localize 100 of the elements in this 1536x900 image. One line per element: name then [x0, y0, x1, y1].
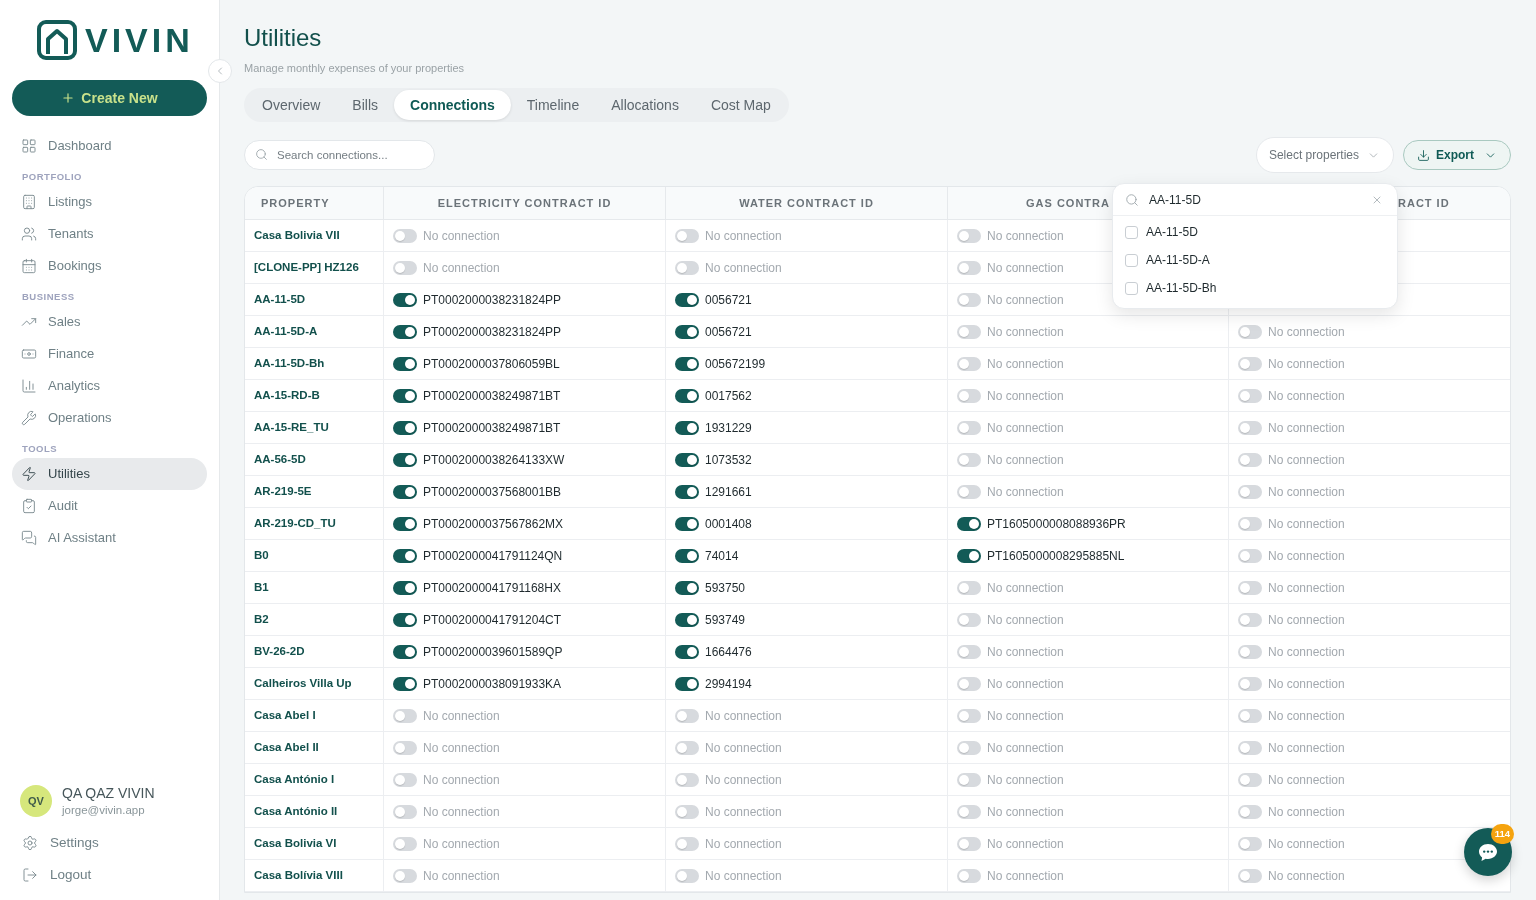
property-search-input[interactable]: AA-11-5D [1149, 190, 1359, 209]
connection-toggle[interactable] [393, 292, 417, 307]
connection-toggle[interactable] [957, 228, 981, 243]
connection-toggle[interactable] [393, 836, 417, 851]
connection-toggle[interactable] [957, 644, 981, 659]
connection-toggle[interactable] [675, 516, 699, 531]
connection-toggle[interactable] [675, 388, 699, 403]
connection-toggle[interactable] [675, 548, 699, 563]
connection-toggle[interactable] [675, 804, 699, 819]
connection-toggle[interactable] [1238, 388, 1262, 403]
sidebar-link[interactable]: Logout [12, 859, 207, 891]
nav-item[interactable]: Audit [12, 490, 207, 522]
connection-toggle[interactable] [957, 548, 981, 563]
connection-toggle[interactable] [1238, 772, 1262, 787]
option-label[interactable]: AA-11-5D-A [1146, 251, 1210, 269]
nav-item[interactable]: Listings [12, 186, 207, 218]
connection-toggle[interactable] [957, 868, 981, 883]
nav-item[interactable]: Analytics [12, 370, 207, 402]
connection-toggle[interactable] [1238, 836, 1262, 851]
connection-toggle[interactable] [675, 868, 699, 883]
nav-item[interactable]: Sales [12, 306, 207, 338]
create-new-button[interactable]: Create New [12, 80, 207, 116]
connection-toggle[interactable] [957, 452, 981, 467]
connection-toggle[interactable] [675, 356, 699, 371]
connection-toggle[interactable] [957, 708, 981, 723]
connection-toggle[interactable] [393, 772, 417, 787]
connection-toggle[interactable] [675, 836, 699, 851]
connection-toggle[interactable] [957, 676, 981, 691]
connection-toggle[interactable] [675, 420, 699, 435]
connection-toggle[interactable] [393, 708, 417, 723]
connection-toggle[interactable] [393, 452, 417, 467]
connection-toggle[interactable] [957, 388, 981, 403]
export-button[interactable]: Export [1403, 140, 1511, 170]
connection-toggle[interactable] [675, 324, 699, 339]
connection-toggle[interactable] [393, 548, 417, 563]
connection-toggle[interactable] [675, 644, 699, 659]
connection-toggle[interactable] [1238, 356, 1262, 371]
connection-toggle[interactable] [1238, 868, 1262, 883]
nav-item[interactable]: Operations [12, 402, 207, 434]
checkbox[interactable] [1125, 253, 1138, 267]
connection-toggle[interactable] [957, 772, 981, 787]
connection-toggle[interactable] [675, 772, 699, 787]
connection-toggle[interactable] [393, 580, 417, 595]
connection-toggle[interactable] [393, 740, 417, 755]
collapse-button[interactable] [208, 59, 232, 83]
nav-item[interactable]: Dashboard [12, 130, 207, 162]
nav-item[interactable]: Utilities [12, 458, 207, 490]
connection-toggle[interactable] [393, 324, 417, 339]
nav-item[interactable]: AI Assistant [12, 522, 207, 554]
connection-toggle[interactable] [675, 228, 699, 243]
connection-toggle[interactable] [1238, 612, 1262, 627]
connection-toggle[interactable] [1238, 580, 1262, 595]
nav-item[interactable]: Finance [12, 338, 207, 370]
connection-toggle[interactable] [393, 676, 417, 691]
connection-toggle[interactable] [1238, 324, 1262, 339]
connection-toggle[interactable] [393, 420, 417, 435]
connection-toggle[interactable] [1238, 484, 1262, 499]
connection-toggle[interactable] [1238, 420, 1262, 435]
tab[interactable]: Timeline [510, 90, 596, 120]
connection-toggle[interactable] [393, 260, 417, 275]
connection-toggle[interactable] [675, 260, 699, 275]
connection-toggle[interactable] [675, 612, 699, 627]
connection-toggle[interactable] [957, 292, 981, 307]
nav-item[interactable]: Bookings [12, 250, 207, 282]
connection-toggle[interactable] [393, 612, 417, 627]
connection-toggle[interactable] [1238, 452, 1262, 467]
connection-toggle[interactable] [957, 836, 981, 851]
connection-toggle[interactable] [957, 484, 981, 499]
connection-toggle[interactable] [1238, 740, 1262, 755]
connection-toggle[interactable] [957, 612, 981, 627]
connection-toggle[interactable] [675, 740, 699, 755]
property-select[interactable]: Select properties [1255, 137, 1394, 173]
option-label[interactable]: AA-11-5D-Bh [1146, 279, 1217, 297]
connection-toggle[interactable] [675, 580, 699, 595]
connection-toggle[interactable] [675, 484, 699, 499]
connection-toggle[interactable] [393, 516, 417, 531]
connection-toggle[interactable] [393, 804, 417, 819]
checkbox[interactable] [1125, 225, 1138, 239]
connection-toggle[interactable] [957, 804, 981, 819]
option-label[interactable]: AA-11-5D [1146, 223, 1198, 241]
connection-toggle[interactable] [957, 260, 981, 275]
tab[interactable]: Overview [246, 90, 337, 120]
connection-toggle[interactable] [1238, 804, 1262, 819]
connection-toggle[interactable] [1238, 644, 1262, 659]
search-field[interactable]: Search connections... [244, 140, 435, 170]
checkbox[interactable] [1125, 281, 1138, 295]
connection-toggle[interactable] [393, 868, 417, 883]
connection-toggle[interactable] [957, 580, 981, 595]
connection-toggle[interactable] [675, 708, 699, 723]
connection-toggle[interactable] [393, 644, 417, 659]
connection-toggle[interactable] [957, 516, 981, 531]
connection-toggle[interactable] [1238, 708, 1262, 723]
tab[interactable]: Allocations [595, 90, 695, 120]
nav-item[interactable]: Tenants [12, 218, 207, 250]
connection-toggle[interactable] [957, 324, 981, 339]
connection-toggle[interactable] [957, 356, 981, 371]
connection-toggle[interactable] [393, 228, 417, 243]
connection-toggle[interactable] [675, 292, 699, 307]
connection-toggle[interactable] [1238, 548, 1262, 563]
connection-toggle[interactable] [393, 484, 417, 499]
